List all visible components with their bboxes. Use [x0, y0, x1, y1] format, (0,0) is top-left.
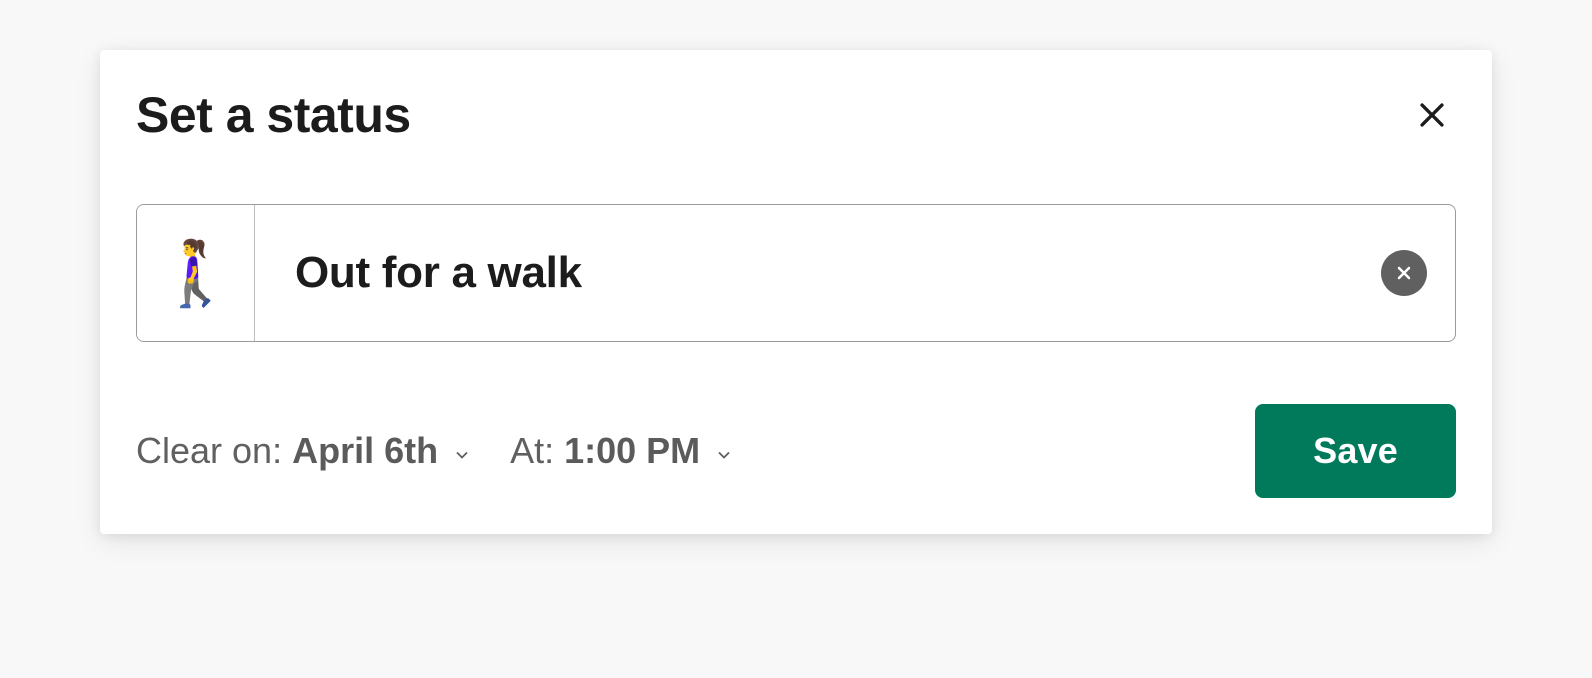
walking-person-emoji-icon: 🚶‍♀️: [156, 236, 236, 311]
modal-header: Set a status: [136, 86, 1456, 144]
clear-x-icon: [1394, 263, 1414, 283]
at-group: At: 1:00 PM: [510, 430, 734, 472]
close-icon: [1415, 98, 1449, 132]
chevron-down-icon: [714, 445, 734, 465]
save-button[interactable]: Save: [1255, 404, 1456, 498]
clear-on-date-value: April 6th: [292, 430, 438, 472]
clear-on-label: Clear on:: [136, 430, 282, 472]
clear-at-time-dropdown[interactable]: 1:00 PM: [564, 430, 734, 472]
status-input-row: 🚶‍♀️: [136, 204, 1456, 342]
clear-status-button[interactable]: [1381, 250, 1427, 296]
clear-schedule: Clear on: April 6th At: 1:00 PM: [136, 430, 734, 472]
modal-footer: Clear on: April 6th At: 1:00 PM Save: [136, 404, 1456, 498]
clear-at-time-value: 1:00 PM: [564, 430, 700, 472]
at-label: At:: [510, 430, 554, 472]
status-text-input[interactable]: [295, 248, 1381, 298]
status-input-wrap: [255, 205, 1455, 341]
chevron-down-icon: [452, 445, 472, 465]
clear-on-date-dropdown[interactable]: April 6th: [292, 430, 472, 472]
close-button[interactable]: [1408, 91, 1456, 139]
modal-title: Set a status: [136, 86, 411, 144]
set-status-modal: Set a status 🚶‍♀️ Clear on: April 6th: [100, 50, 1492, 534]
status-emoji-picker[interactable]: 🚶‍♀️: [137, 205, 255, 341]
